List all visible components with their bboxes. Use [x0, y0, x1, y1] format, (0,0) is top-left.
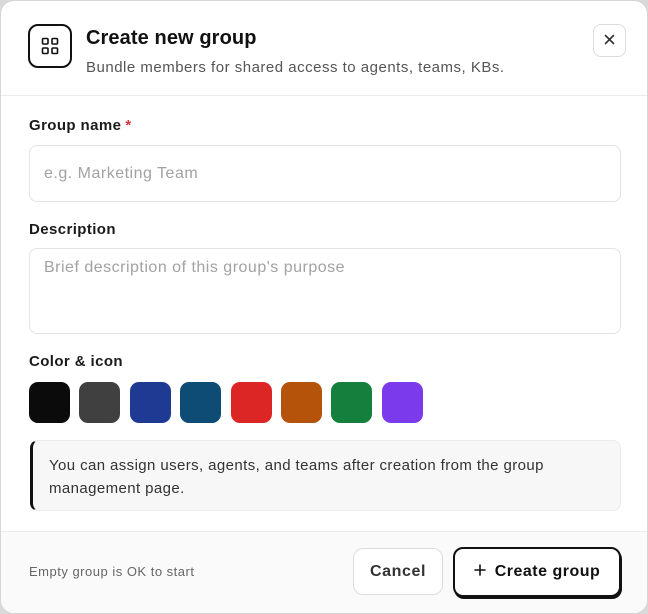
color-swatch[interactable] — [129, 382, 171, 423]
plus-icon — [473, 563, 486, 581]
color-swatch[interactable] — [180, 382, 222, 423]
color-icon-label: Color & icon — [29, 353, 123, 370]
dialog-title: Create new group — [86, 27, 257, 49]
create-group-button[interactable]: Create group — [453, 547, 621, 597]
close-icon — [604, 33, 615, 48]
create-group-dialog: Create new group Bundle members for shar… — [0, 0, 648, 614]
create-group-label: Create group — [494, 563, 601, 580]
color-swatch[interactable] — [381, 382, 423, 423]
color-swatch[interactable] — [79, 382, 121, 423]
close-button[interactable] — [593, 24, 626, 57]
description-input[interactable] — [29, 248, 621, 334]
dialog-header: Create new group Bundle members for shar… — [1, 1, 647, 96]
color-swatch[interactable] — [230, 382, 272, 423]
required-mark: * — [125, 117, 132, 134]
info-note: You can assign users, agents, and teams … — [30, 440, 621, 511]
description-label: Description — [29, 221, 116, 238]
dialog-footer: Empty group is OK to start Cancel Create… — [1, 531, 647, 613]
group-name-input[interactable] — [29, 145, 621, 202]
group-name-label: Group name * — [29, 117, 132, 134]
color-swatch[interactable] — [281, 382, 322, 423]
color-swatch[interactable] — [331, 382, 373, 423]
footer-hint: Empty group is OK to start — [29, 564, 195, 579]
dialog-subtitle: Bundle members for shared access to agen… — [86, 59, 505, 76]
group-name-label-text: Group name — [29, 117, 122, 134]
grid-icon — [28, 24, 72, 68]
color-swatch[interactable] — [29, 382, 70, 423]
cancel-button[interactable]: Cancel — [353, 548, 443, 595]
